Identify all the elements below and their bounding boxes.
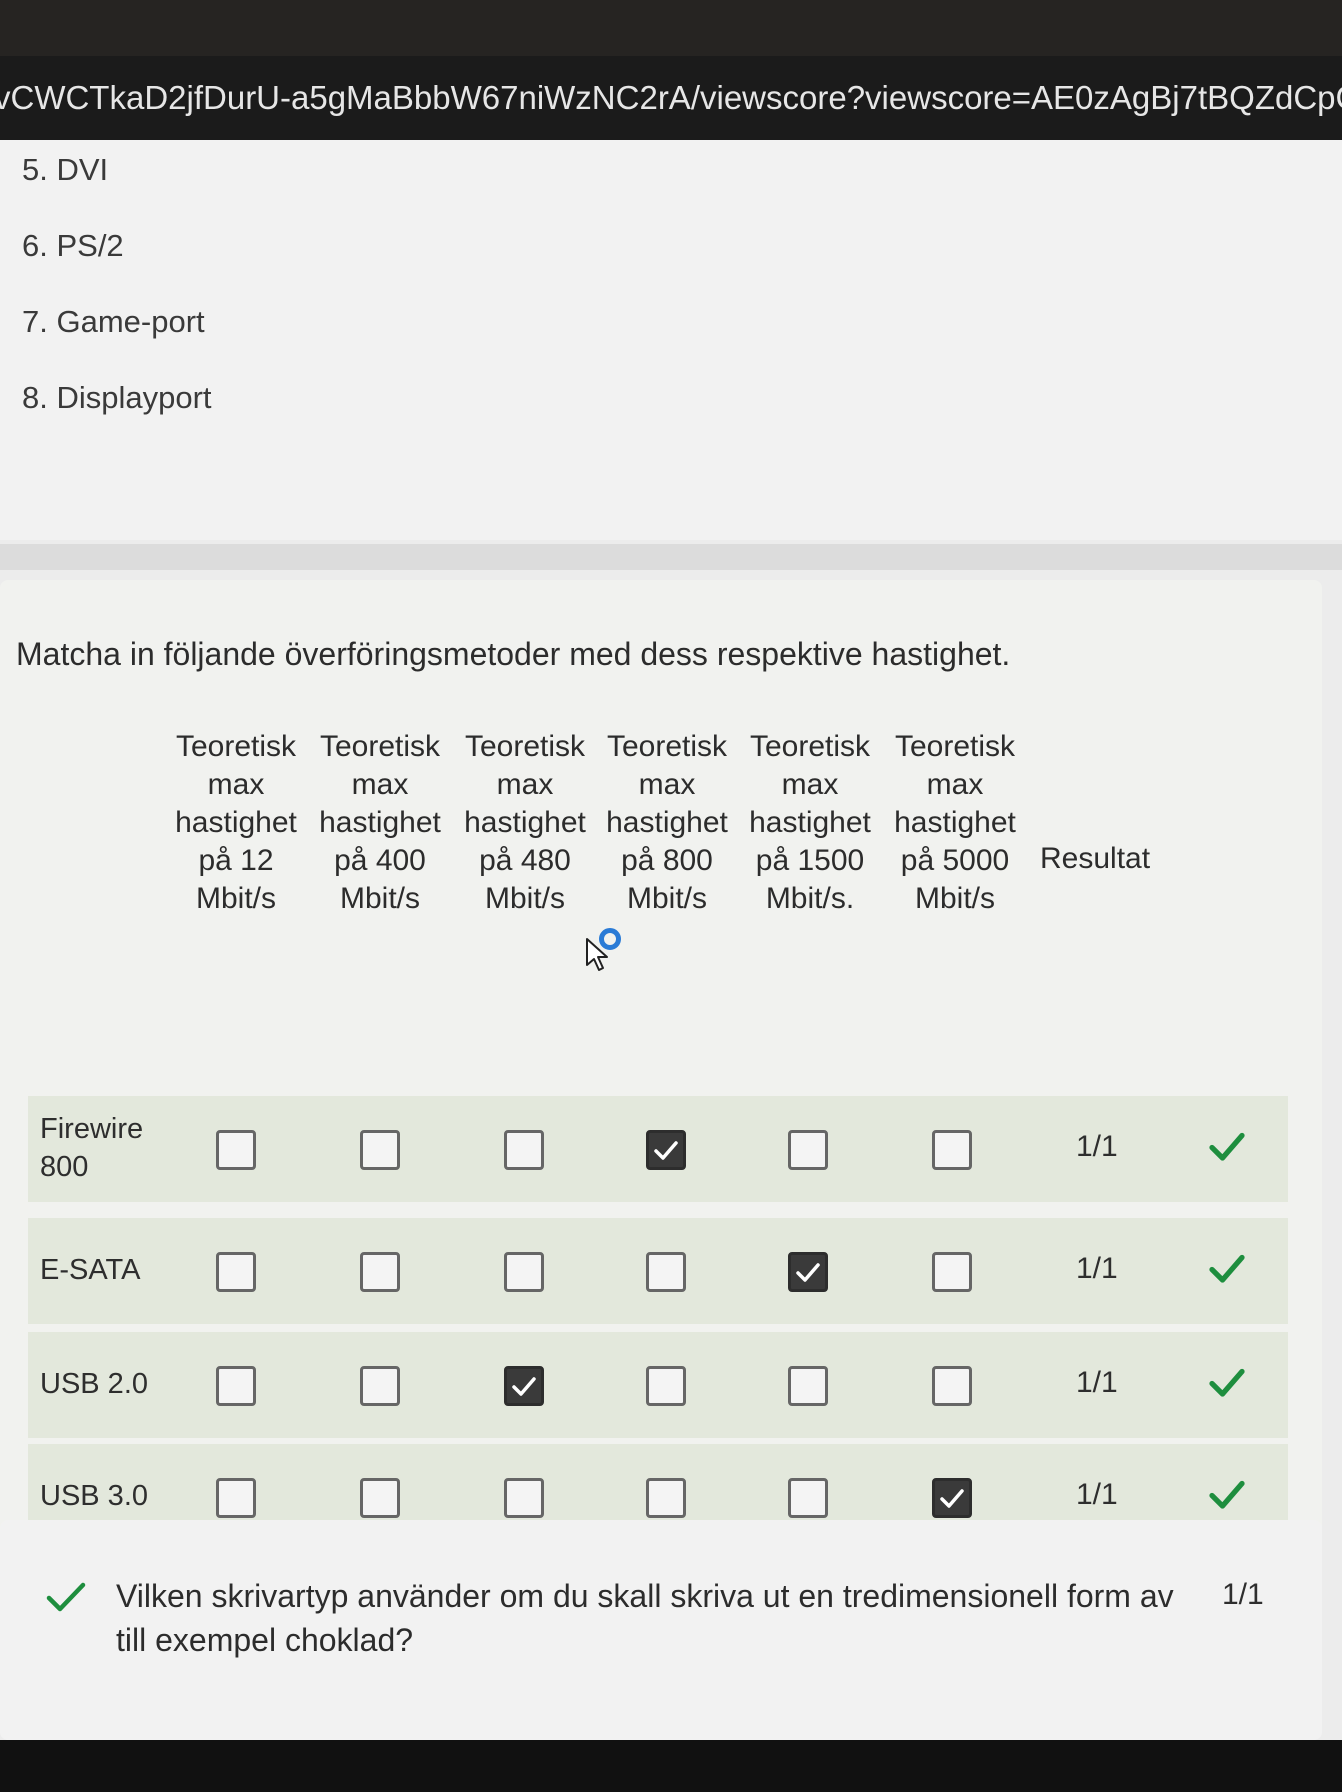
- next-question-score: 1/1: [1222, 1578, 1264, 1611]
- column-header-line: hastighet: [606, 806, 728, 839]
- checkbox[interactable]: [360, 1130, 400, 1170]
- option-item: 5. DVI: [22, 152, 109, 187]
- correct-check-icon: [1209, 1480, 1245, 1509]
- grid-row: USB 2.0 1/1: [28, 1332, 1288, 1438]
- checkmark-icon: [512, 1377, 536, 1396]
- row-label: USB 2.0: [40, 1368, 148, 1400]
- previous-question-card: 5. DVI 6. PS/2 7. Game-port 8. Displaypo…: [0, 140, 1342, 540]
- grid-row: Firewire 800 1/1: [28, 1096, 1288, 1202]
- column-header-line: hastighet: [464, 806, 586, 839]
- column-header-line: hastighet: [749, 806, 871, 839]
- screen-bottom-bezel: [0, 1740, 1342, 1792]
- column-header-line: på 400: [334, 844, 426, 877]
- column-header: Teoretisk max hastighet på 5000 Mbit/s: [885, 728, 1025, 918]
- column-header-line: Mbit/s: [914, 882, 995, 915]
- column-header: Teoretisk max hastighet på 480 Mbit/s: [455, 728, 595, 918]
- checkbox-checked[interactable]: [788, 1252, 828, 1292]
- checkbox[interactable]: [216, 1366, 256, 1406]
- checkbox[interactable]: [932, 1130, 972, 1170]
- result-header: Resultat: [1040, 842, 1151, 875]
- checkmark-icon: [940, 1489, 964, 1508]
- correct-check-icon: [46, 1582, 86, 1612]
- row-score: 1/1: [1076, 1478, 1118, 1511]
- correct-check-icon: [1209, 1254, 1245, 1283]
- column-header-line: på 5000: [900, 844, 1010, 877]
- checkbox[interactable]: [360, 1252, 400, 1292]
- column-header: Teoretisk max hastighet på 800 Mbit/s: [597, 728, 737, 918]
- row-label: USB 3.0: [40, 1480, 148, 1512]
- option-item: 8. Displayport: [22, 380, 212, 415]
- column-header-line: på 800: [621, 844, 713, 877]
- column-header: Teoretisk max hastighet på 1500 Mbit/s.: [740, 728, 880, 918]
- column-header-line: Teoretisk: [894, 730, 1016, 763]
- checkbox-checked[interactable]: [504, 1366, 544, 1406]
- column-header-line: Teoretisk: [464, 730, 586, 763]
- checkbox[interactable]: [932, 1252, 972, 1292]
- correct-check-icon: [1209, 1368, 1245, 1397]
- column-header: Teoretisk max hastighet på 12 Mbit/s: [166, 728, 306, 918]
- column-header-line: Mbit/s: [339, 882, 420, 915]
- checkbox[interactable]: [504, 1478, 544, 1518]
- checkmark-icon: [796, 1263, 820, 1282]
- checkbox-checked[interactable]: [932, 1478, 972, 1518]
- checkbox[interactable]: [216, 1252, 256, 1292]
- checkbox[interactable]: [646, 1478, 686, 1518]
- column-header-line: Mbit/s: [626, 882, 707, 915]
- column-header-line: på 12: [198, 844, 274, 877]
- row-label: Firewire 800: [40, 1113, 144, 1183]
- column-header-line: Mbit/s: [195, 882, 276, 915]
- checkmark-icon: [654, 1141, 678, 1160]
- column-header-line: Teoretisk: [175, 730, 297, 763]
- checkbox-checked[interactable]: [646, 1130, 686, 1170]
- checkbox[interactable]: [360, 1366, 400, 1406]
- column-header-line: max: [496, 768, 554, 801]
- row-score: 1/1: [1076, 1366, 1118, 1399]
- option-item: 6. PS/2: [22, 228, 124, 263]
- column-header-line: Teoretisk: [319, 730, 441, 763]
- column-header-line: max: [926, 768, 984, 801]
- column-header-line: hastighet: [894, 806, 1016, 839]
- grid-row: E-SATA 1/1: [28, 1218, 1288, 1324]
- column-header-line: max: [207, 768, 265, 801]
- row-score: 1/1: [1076, 1252, 1118, 1285]
- next-question-card: Vilken skrivartyp använder om du skall s…: [0, 1520, 1322, 1740]
- question-title: Matcha in följande överföringsmetoder me…: [16, 636, 1011, 672]
- column-header-line: på 480: [479, 844, 571, 877]
- card-separator: [0, 544, 1342, 570]
- column-header-line: max: [638, 768, 696, 801]
- next-question-text: Vilken skrivartyp använder om du skall s…: [116, 1578, 1174, 1658]
- checkbox[interactable]: [504, 1252, 544, 1292]
- row-score: 1/1: [1076, 1130, 1118, 1163]
- column-header-line: max: [351, 768, 409, 801]
- checkbox[interactable]: [216, 1478, 256, 1518]
- column-header-line: max: [781, 768, 839, 801]
- column-header-line: Teoretisk: [606, 730, 728, 763]
- checkbox[interactable]: [646, 1366, 686, 1406]
- column-header-line: på 1500: [755, 844, 865, 877]
- column-header-line: Mbit/s.: [765, 882, 855, 915]
- checkbox[interactable]: [932, 1366, 972, 1406]
- row-label: E-SATA: [40, 1254, 141, 1286]
- loading-ring-icon: [599, 928, 621, 950]
- column-header-line: hastighet: [175, 806, 297, 839]
- correct-check-icon: [1209, 1132, 1245, 1161]
- checkbox[interactable]: [504, 1130, 544, 1170]
- checkbox[interactable]: [788, 1366, 828, 1406]
- address-bar-url[interactable]: vCWCTkaD2jfDurU-a5gMaBbbW67niWzNC2rA/vie…: [0, 56, 1342, 140]
- column-header: Teoretisk max hastighet på 400 Mbit/s: [310, 728, 450, 918]
- form-page: 5. DVI 6. PS/2 7. Game-port 8. Displaypo…: [0, 140, 1342, 1740]
- checkbox[interactable]: [216, 1130, 256, 1170]
- column-header-line: Mbit/s: [484, 882, 565, 915]
- screen-top-bezel: [0, 0, 1342, 56]
- checkbox[interactable]: [788, 1478, 828, 1518]
- column-header-line: Teoretisk: [749, 730, 871, 763]
- grid-question-card: Matcha in följande överföringsmetoder me…: [0, 580, 1322, 1630]
- checkbox[interactable]: [360, 1478, 400, 1518]
- checkbox[interactable]: [646, 1252, 686, 1292]
- option-item: 7. Game-port: [22, 304, 205, 339]
- checkbox[interactable]: [788, 1130, 828, 1170]
- column-header-line: hastighet: [319, 806, 441, 839]
